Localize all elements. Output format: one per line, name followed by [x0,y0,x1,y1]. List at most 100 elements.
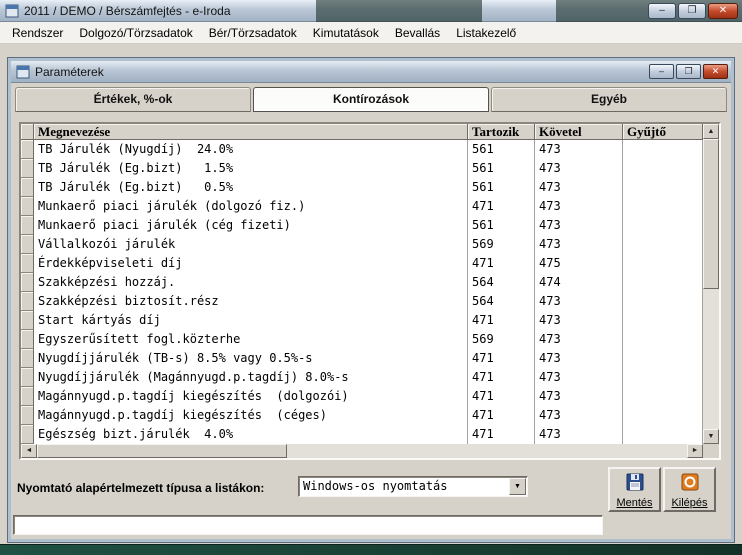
cell-megnevezese: Érdekképviseleti díj [34,254,468,273]
vertical-scroll-thumb[interactable] [703,139,719,289]
scroll-up-icon[interactable]: ▲ [703,124,719,139]
cell-tartozik: 569 [468,235,535,254]
cell-gyujto [623,254,703,273]
row-selector[interactable] [21,140,34,159]
cell-kovetel: 473 [535,178,623,197]
horizontal-scroll-thumb[interactable] [37,444,287,458]
save-button[interactable]: Mentés [608,467,661,512]
menu-dolgozo-torzsadatok[interactable]: Dolgozó/Törzsadatok [71,23,200,43]
table-row[interactable]: TB Járulék (Eg.bizt) 0.5% 561 473 [21,178,703,197]
vertical-scrollbar[interactable]: ▲ ▼ [703,124,719,444]
table-row[interactable]: Magánnyugd.p.tagdíj kiegészítés (céges) … [21,406,703,425]
exit-button[interactable]: Kilépés [663,467,716,512]
cell-tartozik: 471 [468,425,535,444]
main-window: 2011 / DEMO / Bérszámfejtés - e-Iroda – … [0,0,742,545]
exit-button-label: Kilépés [665,497,714,509]
row-selector[interactable] [21,292,34,311]
cell-gyujto [623,349,703,368]
close-button[interactable]: ✕ [708,3,738,19]
cell-megnevezese: Magánnyugd.p.tagdíj kiegészítés (céges) [34,406,468,425]
table-row[interactable]: Szakképzési hozzáj. 564 474 [21,273,703,292]
status-field[interactable] [13,515,603,535]
tab-egyeb[interactable]: Egyéb [491,87,727,112]
table-row[interactable]: Nyugdíjjárulék (TB-s) 8.5% vagy 0.5%-s 4… [21,349,703,368]
combo-dropdown-icon[interactable]: ▼ [509,478,526,495]
dialog-maximize-button[interactable]: ❐ [676,64,701,79]
cell-megnevezese: Munkaerő piaci járulék (dolgozó fiz.) [34,197,468,216]
glass-reflection [316,0,482,22]
cell-kovetel: 473 [535,235,623,254]
minimize-button[interactable]: – [648,3,676,19]
row-selector[interactable] [21,330,34,349]
header-megnevezese[interactable]: Megnevezése [34,124,468,140]
table-row[interactable]: Magánnyugd.p.tagdíj kiegészítés (dolgozó… [21,387,703,406]
cell-megnevezese: Egyszerűsített fogl.közterhe [34,330,468,349]
cell-kovetel: 473 [535,292,623,311]
cell-kovetel: 473 [535,387,623,406]
table-row[interactable]: Nyugdíjjárulék (Magánnyugd.p.tagdíj) 8.0… [21,368,703,387]
floppy-icon [626,478,644,495]
table-row[interactable]: Egészség bizt.járulék 4.0% 471 473 [21,425,703,444]
menu-rendszer[interactable]: Rendszer [4,23,71,43]
tab-kontirozasok[interactable]: Kontírozások [253,87,489,112]
row-selector[interactable] [21,311,34,330]
table-row[interactable]: Munkaerő piaci járulék (cég fizeti) 561 … [21,216,703,235]
cell-megnevezese: Egészség bizt.járulék 4.0% [34,425,468,444]
header-kovetel[interactable]: Követel [535,124,623,140]
cell-gyujto [623,140,703,159]
row-selector[interactable] [21,425,34,444]
table-row[interactable]: Start kártyás díj 471 473 [21,311,703,330]
scroll-left-icon[interactable]: ◄ [21,444,37,458]
cell-megnevezese: Munkaerő piaci járulék (cég fizeti) [34,216,468,235]
menu-kimutatasok[interactable]: Kimutatások [305,23,387,43]
menu-listakezelo[interactable]: Listakezelő [448,23,524,43]
dialog-titlebar[interactable]: Paraméterek – ❐ ✕ [11,61,731,83]
horizontal-scrollbar[interactable]: ◄ ► [21,444,703,458]
row-selector[interactable] [21,235,34,254]
row-selector[interactable] [21,216,34,235]
cell-tartozik: 561 [468,178,535,197]
row-selector[interactable] [21,368,34,387]
table-row[interactable]: Szakképzési biztosít.rész 564 473 [21,292,703,311]
tab-ertekek[interactable]: Értékek, %-ok [15,87,251,112]
row-selector[interactable] [21,406,34,425]
table-row[interactable]: Munkaerő piaci járulék (dolgozó fiz.) 47… [21,197,703,216]
header-gyujto[interactable]: Gyűjtő [623,124,703,140]
main-titlebar[interactable]: 2011 / DEMO / Bérszámfejtés - e-Iroda – … [0,0,742,22]
cell-tartozik: 471 [468,349,535,368]
table-header: Megnevezése Tartozik Követel Gyűjtő [21,124,703,140]
row-selector[interactable] [21,387,34,406]
table-row[interactable]: TB Járulék (Eg.bizt) 1.5% 561 473 [21,159,703,178]
table-row[interactable]: Vállalkozói járulék 569 473 [21,235,703,254]
row-selector[interactable] [21,349,34,368]
cell-kovetel: 474 [535,273,623,292]
cell-tartozik: 471 [468,254,535,273]
header-tartozik[interactable]: Tartozik [468,124,535,140]
menu-bevallas[interactable]: Bevallás [387,23,448,43]
row-selector[interactable] [21,254,34,273]
dialog-minimize-button[interactable]: – [649,64,674,79]
cell-megnevezese: Vállalkozói járulék [34,235,468,254]
row-selector[interactable] [21,178,34,197]
cell-megnevezese: TB Járulék (Nyugdíj) 24.0% [34,140,468,159]
maximize-button[interactable]: ❐ [678,3,706,19]
cell-tartozik: 471 [468,368,535,387]
dialog-close-button[interactable]: ✕ [703,64,728,79]
table-row[interactable]: Érdekképviseleti díj 471 475 [21,254,703,273]
cell-kovetel: 473 [535,140,623,159]
row-selector[interactable] [21,273,34,292]
cell-megnevezese: Magánnyugd.p.tagdíj kiegészítés (dolgozó… [34,387,468,406]
row-selector[interactable] [21,159,34,178]
printer-type-combobox[interactable]: Windows-os nyomtatás ▼ [298,476,528,497]
cell-tartozik: 561 [468,159,535,178]
exit-icon [681,478,699,495]
cell-kovetel: 473 [535,216,623,235]
window-title: 2011 / DEMO / Bérszámfejtés - e-Iroda [24,4,231,18]
scroll-right-icon[interactable]: ► [687,444,703,458]
table-row[interactable]: Egyszerűsített fogl.közterhe 569 473 [21,330,703,349]
table-row[interactable]: TB Járulék (Nyugdíj) 24.0% 561 473 [21,140,703,159]
row-selector[interactable] [21,197,34,216]
cell-kovetel: 473 [535,425,623,444]
scroll-down-icon[interactable]: ▼ [703,429,719,444]
menu-ber-torzsadatok[interactable]: Bér/Törzsadatok [201,23,305,43]
